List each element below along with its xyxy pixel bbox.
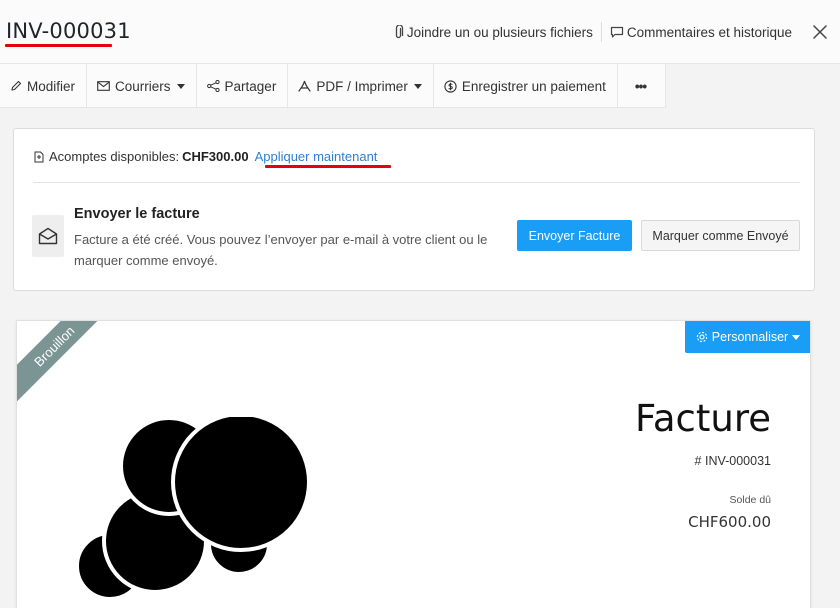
title-highlight-underline — [5, 44, 112, 47]
comments-history-label: Commentaires et historique — [626, 24, 792, 40]
edit-label: Modifier — [27, 78, 76, 94]
status-ribbon: Brouillon — [17, 321, 109, 413]
edit-button[interactable]: Modifier — [0, 64, 88, 108]
close-icon — [813, 25, 827, 39]
share-label: Partager — [224, 78, 277, 94]
record-payment-label: Enregistrer un paiement — [461, 78, 606, 94]
document-icon — [34, 151, 44, 162]
card-divider — [33, 182, 800, 183]
open-envelope-icon — [38, 227, 58, 245]
pencil-icon — [11, 80, 22, 91]
gear-icon — [696, 331, 707, 343]
send-icon-box — [32, 215, 64, 257]
send-invoice-button[interactable]: Envoyer Facture — [517, 220, 632, 251]
close-button[interactable] — [800, 0, 840, 64]
share-icon — [206, 80, 220, 92]
chevron-down-icon — [413, 83, 422, 89]
pdf-icon — [298, 80, 311, 92]
more-options-button[interactable]: ••• — [618, 64, 667, 108]
apply-now-link[interactable]: Appliquer maintenant — [255, 149, 378, 164]
header-actions: Joindre un ou plusieurs fichiers Comment… — [385, 0, 840, 64]
invoice-id-title: INV-000031 — [6, 19, 131, 43]
share-button[interactable]: Partager — [197, 64, 289, 108]
toolbar-empty-area — [673, 64, 840, 108]
comments-history-link[interactable]: Commentaires et historique — [602, 21, 800, 43]
comment-icon — [610, 26, 624, 38]
available-credits-label: Acomptes disponibles: — [49, 149, 180, 164]
invoice-number: # INV-000031 — [694, 454, 771, 468]
more-options-icon: ••• — [634, 78, 647, 94]
payment-icon — [444, 79, 457, 93]
envelope-icon — [97, 81, 110, 91]
attach-files-label: Joindre un ou plusieurs fichiers — [406, 24, 593, 40]
mail-dropdown-button[interactable]: Courriers — [87, 64, 197, 108]
pdf-print-dropdown-button[interactable]: PDF / Imprimer — [288, 64, 434, 108]
send-invoice-description: Facture a été créé. Vous pouvez l’envoye… — [74, 232, 488, 268]
company-logo — [75, 417, 311, 601]
balance-due-label: Solde dû — [729, 494, 771, 506]
mark-as-sent-button[interactable]: Marquer comme Envoyé — [641, 220, 800, 251]
invoice-info-card: Acomptes disponibles: CHF300.00 Applique… — [13, 128, 815, 291]
pdf-print-label: PDF / Imprimer — [316, 78, 408, 94]
available-credits-amount: CHF300.00 — [182, 149, 249, 164]
balance-due-amount: CHF600.00 — [688, 513, 771, 531]
invoice-header: INV-000031 Joindre un ou plusieurs fichi… — [0, 0, 840, 64]
mail-label: Courriers — [115, 78, 171, 94]
chevron-down-icon — [792, 334, 801, 340]
document-title: Facture — [634, 397, 771, 440]
apply-link-highlight-underline — [265, 165, 391, 168]
draft-ribbon-label: Brouillon — [17, 321, 109, 409]
invoice-preview: Brouillon Personnaliser Facture # INV-00… — [16, 320, 811, 608]
send-invoice-title: Envoyer le facture — [74, 206, 200, 222]
invoice-toolbar: Modifier Courriers Partager PDF / Imprim… — [0, 64, 667, 108]
chevron-down-icon — [176, 83, 185, 89]
paperclip-icon — [395, 24, 403, 38]
attach-files-link[interactable]: Joindre un ou plusieurs fichiers — [385, 21, 601, 43]
available-credits: Acomptes disponibles: CHF300.00 Applique… — [34, 149, 377, 164]
customize-dropdown-button[interactable]: Personnaliser — [685, 321, 810, 353]
customize-label: Personnaliser — [711, 330, 789, 344]
record-payment-button[interactable]: Enregistrer un paiement — [434, 64, 618, 108]
